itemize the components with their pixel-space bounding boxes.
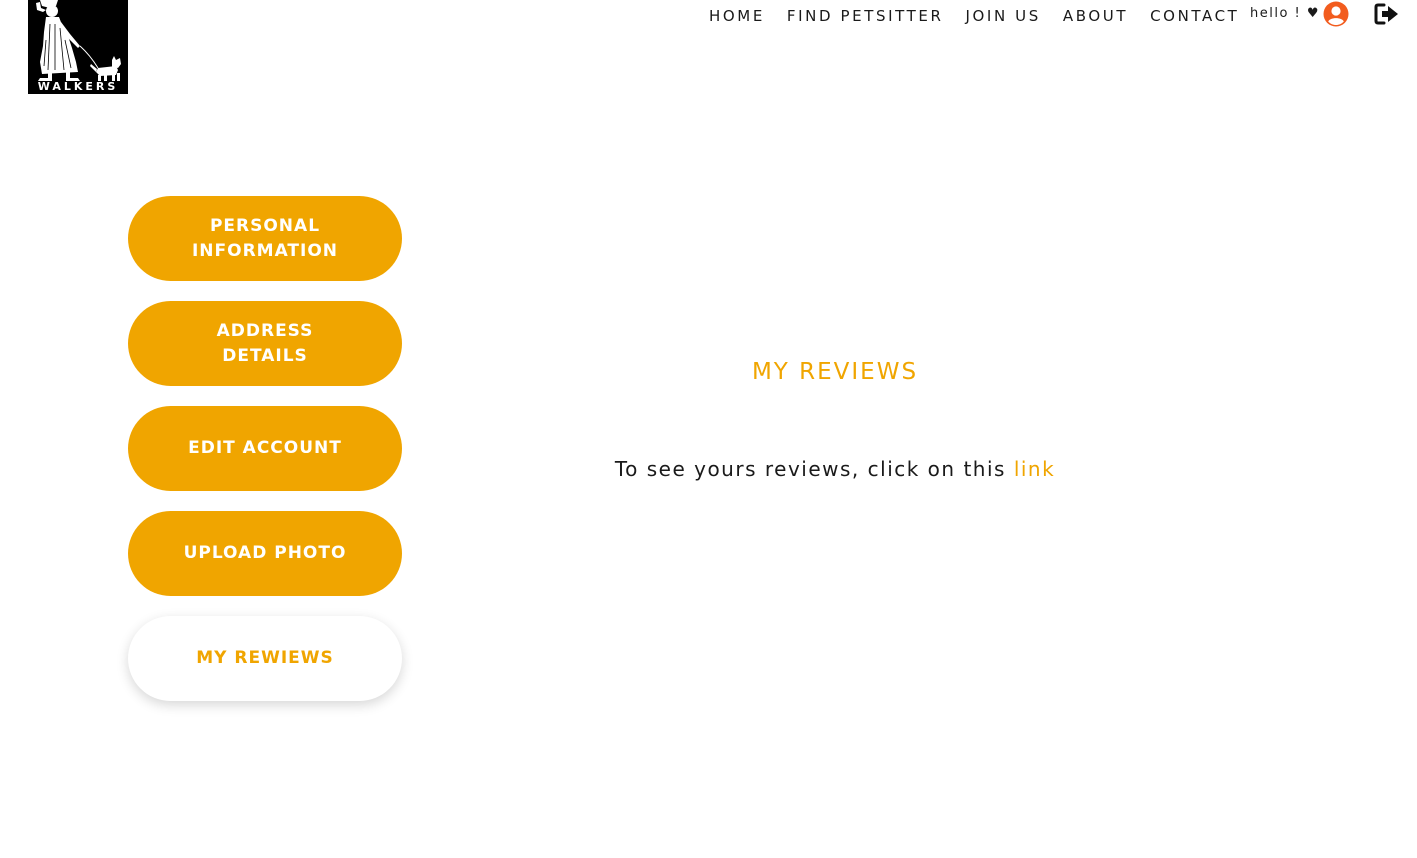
user-circle-icon[interactable] [1323, 1, 1349, 27]
address-details-button[interactable]: ADDRESS DETAILS [128, 301, 402, 386]
walkers-logo[interactable]: WALKERS [28, 0, 128, 94]
profile-sidebar: PERSONAL INFORMATION ADDRESS DETAILS EDI… [128, 196, 402, 721]
sign-out-icon[interactable] [1374, 3, 1400, 25]
reviews-title: MY REVIEWS [751, 359, 919, 385]
logo-text: WALKERS [37, 80, 119, 93]
my-reviews-button[interactable]: MY REWIEWS [128, 616, 402, 701]
nav-contact[interactable]: CONTACT [1150, 7, 1239, 25]
user-greeting: hello ! ♥ [1250, 6, 1321, 21]
top-nav: HOME FIND PETSITTER JOIN US ABOUT CONTAC… [709, 6, 1261, 26]
personal-information-button[interactable]: PERSONAL INFORMATION [128, 196, 402, 281]
nav-home[interactable]: HOME [709, 7, 765, 25]
nav-about[interactable]: ABOUT [1063, 7, 1128, 25]
nav-join-us[interactable]: JOIN US [966, 7, 1041, 25]
profile-page: WALKERS HOME FIND PETSITTER JOIN US ABOU… [0, 0, 1417, 858]
upload-photo-button[interactable]: UPLOAD PHOTO [128, 511, 402, 596]
reviews-text: To see yours reviews, click on this [614, 457, 1006, 481]
nav-find-petsitter[interactable]: FIND PETSITTER [787, 7, 944, 25]
reviews-instructions: To see yours reviews, click on this link [560, 455, 1110, 483]
reviews-link[interactable]: link [1014, 457, 1055, 481]
edit-account-button[interactable]: EDIT ACCOUNT [128, 406, 402, 491]
